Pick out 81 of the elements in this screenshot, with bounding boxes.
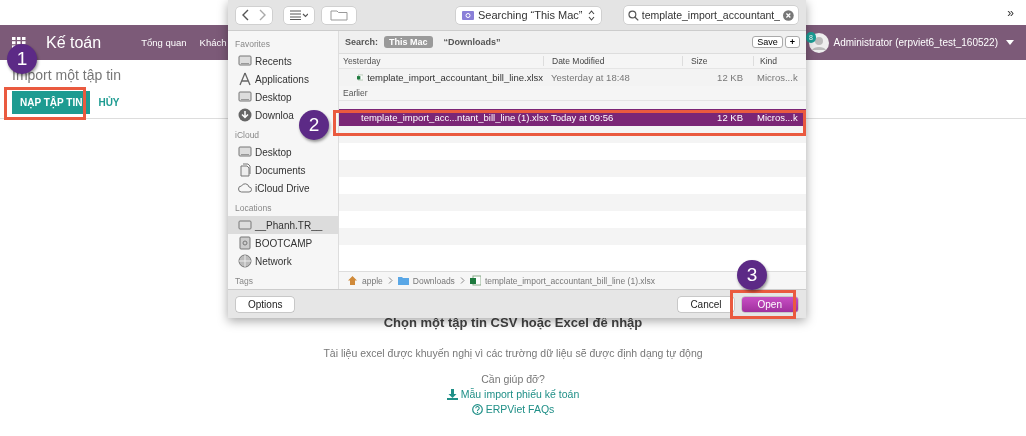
sidebar-heading: Tags bbox=[234, 275, 254, 288]
search-folder-icon bbox=[462, 10, 474, 20]
group-header: Yesterday bbox=[342, 56, 382, 66]
chevron-icon bbox=[459, 277, 465, 284]
chevron-icon bbox=[387, 277, 393, 284]
file-date: Yesterday at 18:48 bbox=[550, 72, 631, 83]
sidebar-item[interactable]: Recents bbox=[228, 52, 296, 70]
user-menu[interactable]: Administrator (erpviet6_test_160522) bbox=[833, 37, 998, 48]
template-link[interactable]: Mẫu import phiếu kế toán bbox=[446, 388, 580, 400]
download-icon bbox=[446, 388, 458, 400]
sidebar-item[interactable]: iCloud Drive bbox=[228, 179, 314, 197]
sidebar-item[interactable]: Network bbox=[228, 252, 296, 270]
sidebar-heading: Locations bbox=[234, 202, 273, 215]
file-size: 12 KB bbox=[716, 72, 744, 83]
sidebar-item[interactable]: Documents bbox=[228, 161, 310, 179]
display-icon bbox=[238, 54, 252, 68]
path-item[interactable]: Downloads bbox=[397, 275, 455, 286]
scope-button[interactable]: “Downloads” bbox=[438, 36, 506, 48]
column-header[interactable]: Size bbox=[682, 56, 753, 66]
open-button[interactable]: Open bbox=[741, 296, 798, 312]
menu-item[interactable]: Tổng quan bbox=[141, 37, 187, 48]
caret-icon bbox=[1006, 40, 1014, 45]
save-search-button[interactable]: Save bbox=[752, 36, 783, 48]
app-title[interactable]: Kế toán bbox=[46, 33, 102, 52]
column-header[interactable]: Kind bbox=[753, 56, 806, 66]
file-row[interactable]: template_import_accountant_bill_line.xlsx Yesterday at 18:48 12 KB Micros...k bbox=[339, 69, 806, 86]
path-item[interactable]: apple bbox=[347, 275, 383, 286]
sidebar-heading: iCloud bbox=[234, 129, 261, 142]
options-button[interactable]: Options bbox=[236, 296, 295, 312]
avatar-icon bbox=[809, 32, 830, 53]
updown-icon bbox=[588, 9, 595, 21]
file-kind: Micros...k bbox=[756, 112, 799, 123]
file-kind: Micros...k bbox=[756, 72, 799, 83]
sidebar-item[interactable]: Desktop bbox=[228, 88, 296, 106]
heading: Chọn một tập tin CSV hoặc Excel để nhập bbox=[383, 315, 643, 330]
search-scope-label: Search: bbox=[345, 37, 379, 47]
highlight-frame bbox=[730, 290, 796, 319]
globe-icon bbox=[238, 254, 252, 268]
display-icon bbox=[238, 90, 252, 104]
laptop-icon bbox=[238, 218, 252, 232]
path-item[interactable]: template_import_accountant_bill_line (1).xlsx bbox=[469, 275, 655, 286]
home-icon bbox=[347, 275, 358, 286]
location-popup[interactable]: Searching “This Mac” bbox=[456, 6, 601, 24]
compass-icon bbox=[238, 72, 252, 86]
sidebar-item[interactable]: Downloa bbox=[228, 106, 298, 124]
document-icon bbox=[238, 163, 252, 177]
search-icon bbox=[628, 9, 639, 21]
folder-icon bbox=[397, 275, 409, 286]
faq-link[interactable]: ERPViet FAQs bbox=[471, 403, 555, 415]
sidebar-item[interactable]: BOOTCAMP bbox=[228, 234, 317, 252]
bookmarks-overflow[interactable]: » bbox=[1007, 5, 1014, 20]
cancel-button[interactable]: Cancel bbox=[678, 296, 734, 312]
add-criteria-button[interactable]: + bbox=[784, 36, 800, 48]
help-icon bbox=[471, 403, 483, 415]
forward-icon bbox=[258, 9, 266, 21]
description: Tài liệu excel được khuyến nghị vì các trường dữ liệu sẽ được định dạng tự động bbox=[323, 347, 703, 359]
location-label: Searching “This Mac” bbox=[478, 9, 584, 21]
display-icon bbox=[238, 145, 252, 159]
sidebar-item[interactable]: __Phanh.TR__ bbox=[228, 216, 338, 234]
sidebar-item[interactable]: Desktop bbox=[228, 143, 296, 161]
cloud-icon bbox=[238, 181, 252, 195]
group-header: Earlier bbox=[342, 88, 369, 98]
back-forward-control[interactable] bbox=[236, 6, 272, 24]
search-field[interactable]: template_import_accountant_ bbox=[624, 6, 798, 24]
spreadsheet-icon bbox=[469, 275, 481, 286]
file-name: template_import_accountant_bill_line.xlsx bbox=[367, 72, 543, 83]
help-label: Cần giúp đỡ? bbox=[481, 373, 545, 385]
new-folder-button[interactable] bbox=[322, 6, 356, 24]
file-name: template_import_acc...ntant_bill_line (1).xlsx bbox=[361, 112, 549, 123]
view-options-button[interactable] bbox=[284, 6, 314, 24]
back-icon bbox=[242, 9, 250, 21]
list-view-icon bbox=[290, 10, 308, 20]
spreadsheet-icon bbox=[357, 72, 364, 83]
file-size: 12 KB bbox=[716, 112, 744, 123]
download-icon bbox=[238, 108, 252, 122]
sidebar-item[interactable]: Applications bbox=[228, 70, 313, 88]
column-header[interactable]: Date Modified bbox=[543, 56, 682, 66]
folder-icon bbox=[330, 9, 348, 21]
menu-item[interactable]: Khách bbox=[199, 37, 227, 48]
sidebar-heading: Favorites bbox=[234, 38, 271, 51]
clear-icon bbox=[783, 9, 794, 21]
